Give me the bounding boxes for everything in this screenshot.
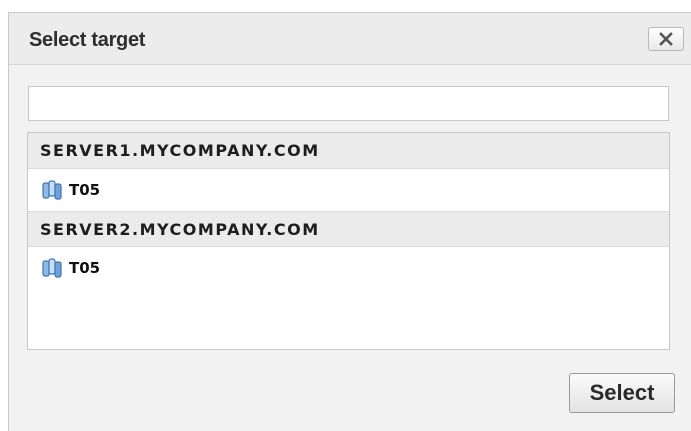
target-item[interactable]: T05 bbox=[28, 247, 669, 289]
server-group-header: SERVER1.MYCOMPANY.COM bbox=[28, 133, 669, 169]
dialog-titlebar: Select target bbox=[9, 13, 691, 65]
close-icon bbox=[659, 32, 673, 46]
target-list: SERVER1.MYCOMPANY.COM T05 SERVER2.MYCOMP… bbox=[27, 132, 670, 350]
server-cluster-icon bbox=[41, 257, 63, 279]
select-target-dialog: Select target SERVER1.MYCOMPANY.COM T05 … bbox=[8, 12, 691, 431]
filter-input[interactable] bbox=[28, 86, 669, 121]
server-cluster-icon bbox=[41, 179, 63, 201]
select-button[interactable]: Select bbox=[569, 373, 675, 413]
dialog-title: Select target bbox=[29, 29, 146, 51]
server-group-header: SERVER2.MYCOMPANY.COM bbox=[28, 211, 669, 247]
target-item[interactable]: T05 bbox=[28, 169, 669, 211]
target-label: T05 bbox=[69, 181, 101, 199]
close-button[interactable] bbox=[648, 27, 684, 51]
target-label: T05 bbox=[69, 259, 101, 277]
